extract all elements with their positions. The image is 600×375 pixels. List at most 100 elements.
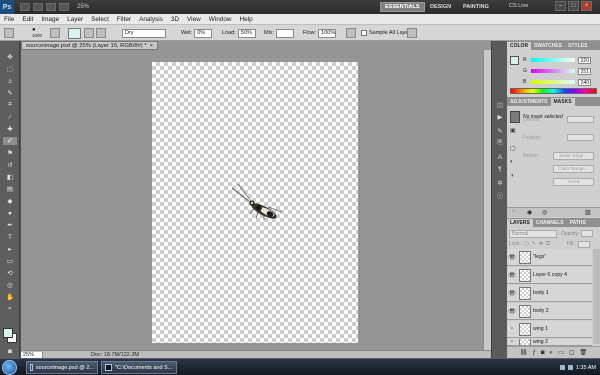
maximize-button[interactable]: □	[568, 1, 579, 11]
feather-field[interactable]	[567, 134, 594, 141]
info-panel-icon[interactable]: ⓘ	[495, 191, 505, 200]
new-group-icon[interactable]: ▭	[558, 349, 564, 356]
brush-picker[interactable]: ● 1000	[32, 27, 42, 39]
layer-style-icon[interactable]: ƒ	[533, 350, 536, 356]
lock-position-icon[interactable]: ✥	[539, 241, 543, 247]
blur-tool-icon[interactable]: ◆	[3, 197, 17, 205]
layer-row[interactable]: ▫ wing 2	[507, 339, 592, 346]
close-button[interactable]: ×	[581, 1, 592, 11]
canvas[interactable]	[152, 62, 358, 343]
layers-scrollbar[interactable]	[593, 249, 600, 344]
density-field[interactable]	[567, 116, 594, 123]
add-mask-icon[interactable]: ◙	[541, 350, 545, 356]
menu-analysis[interactable]: Analysis	[139, 16, 163, 23]
mixer-brush-tool-icon[interactable]: ✐	[3, 137, 17, 145]
sample-all-layers-checkbox[interactable]: Sample All Layers	[361, 28, 413, 38]
visibility-eye-icon[interactable]: 👁	[507, 290, 517, 297]
visibility-eye-icon[interactable]: 👁	[507, 254, 517, 261]
load-input[interactable]: 50%	[237, 28, 256, 38]
menu-filter[interactable]: Filter	[117, 16, 131, 23]
mask-edge-button[interactable]: Mask Edge...	[553, 152, 594, 160]
fill-input[interactable]	[577, 240, 590, 248]
menu-file[interactable]: File	[4, 16, 14, 23]
minimize-button[interactable]: –	[555, 1, 566, 11]
lock-all-icon[interactable]: ⚿	[546, 241, 550, 247]
hand-tool-icon[interactable]: ✋	[3, 293, 17, 301]
eyedropper-tool-icon[interactable]: ⁄	[3, 113, 17, 121]
wet-input[interactable]: 0%	[194, 28, 213, 38]
menu-edit[interactable]: Edit	[22, 16, 33, 23]
color-spectrum-ramp[interactable]	[510, 88, 597, 94]
cs-live-menu[interactable]: CS Live	[509, 3, 528, 9]
menu-layer[interactable]: Layer	[67, 16, 83, 23]
healing-brush-tool-icon[interactable]: ✚	[3, 125, 17, 133]
blend-mode-select[interactable]: Normal	[509, 230, 557, 238]
layer-row[interactable]: 👁 "legs"	[507, 249, 592, 266]
character-panel-icon[interactable]: A	[495, 153, 505, 161]
clone-source-panel-icon[interactable]: ⎘	[495, 139, 505, 147]
volume-icon[interactable]	[567, 365, 573, 370]
load-selection-icon[interactable]: ◌	[512, 209, 516, 215]
crop-tool-icon[interactable]: ⌗	[3, 101, 17, 109]
menu-3d[interactable]: 3D	[171, 16, 179, 23]
menu-select[interactable]: Select	[91, 16, 109, 23]
lasso-tool-icon[interactable]: ↄ	[3, 77, 17, 85]
load-brush-icon[interactable]	[84, 28, 94, 38]
3d-orbit-tool-icon[interactable]: ◎	[3, 281, 17, 289]
tool-preset-picker[interactable]	[4, 28, 14, 38]
green-slider[interactable]	[531, 69, 575, 73]
path-selection-tool-icon[interactable]: ▸	[3, 245, 17, 253]
zoom-field[interactable]: 25%	[21, 351, 43, 358]
doc-size-info[interactable]: Doc: 18.7M/122.3M	[91, 352, 139, 358]
actions-panel-icon[interactable]: ▶	[495, 113, 505, 121]
shape-tool-icon[interactable]: ▭	[3, 257, 17, 265]
menu-window[interactable]: Window	[209, 16, 232, 23]
dodge-tool-icon[interactable]: ●	[3, 209, 17, 217]
workspace-design[interactable]: DESIGN	[426, 2, 455, 12]
apply-mask-icon[interactable]: ◐	[510, 159, 518, 166]
tab-swatches[interactable]: SWATCHES	[531, 42, 565, 50]
link-layers-icon[interactable]: ⛓	[520, 349, 528, 356]
lock-image-icon[interactable]: ✎	[532, 241, 536, 247]
flow-input[interactable]: 100%	[318, 28, 337, 38]
brush-panel-toggle[interactable]	[50, 28, 60, 38]
eraser-tool-icon[interactable]: ◧	[3, 173, 17, 181]
blue-value-input[interactable]: 240	[578, 78, 591, 86]
blend-preset-select[interactable]: Dry	[122, 28, 166, 38]
layer-row[interactable]: 👁 body 2	[507, 303, 592, 320]
taskbar-item-photoshop[interactable]: sourceimage.psd @ 2...	[26, 361, 98, 374]
history-brush-tool-icon[interactable]: ↺	[3, 161, 17, 169]
visibility-empty-box[interactable]: ▫	[507, 339, 517, 345]
workspace-painting[interactable]: PAINTING	[459, 2, 493, 12]
quick-select-tool-icon[interactable]: ✎	[3, 89, 17, 97]
gradient-tool-icon[interactable]: ▤	[3, 185, 17, 193]
type-tool-icon[interactable]: T	[3, 233, 17, 241]
blue-slider[interactable]	[531, 80, 575, 84]
tab-color[interactable]: COLOR	[507, 42, 532, 50]
red-slider[interactable]	[531, 58, 575, 62]
new-layer-icon[interactable]: ▢	[569, 349, 575, 356]
zoom-level-readout[interactable]: 25%	[77, 4, 89, 10]
adjustment-layer-icon[interactable]: ◐	[550, 350, 554, 356]
pixel-mask-icon[interactable]: ▣	[510, 127, 518, 134]
start-button[interactable]	[2, 360, 17, 375]
zoom-icon[interactable]	[59, 3, 69, 11]
mini-bridge-icon[interactable]	[33, 3, 43, 11]
hand-icon[interactable]	[46, 3, 56, 11]
pressure-toggle[interactable]	[407, 28, 417, 38]
color-panel-foreground-swatch[interactable]	[510, 56, 519, 65]
green-value-input[interactable]: 251	[578, 67, 591, 75]
color-picker-swatches[interactable]	[3, 328, 17, 343]
layer-row[interactable]: 👁 Layer 6 copy 4	[507, 267, 592, 284]
tab-styles[interactable]: STYLES	[565, 42, 590, 50]
3d-panel-icon[interactable]: ✲	[495, 179, 505, 187]
clock[interactable]: 1:35 AM	[576, 365, 596, 371]
visibility-eye-icon[interactable]: 👁	[507, 308, 517, 315]
layer-row[interactable]: 👁 body 1	[507, 285, 592, 302]
mix-input[interactable]	[276, 28, 295, 38]
quick-mask-icon[interactable]: ◙	[3, 347, 17, 355]
network-icon[interactable]	[559, 365, 565, 370]
foreground-color-swatch[interactable]	[3, 328, 13, 338]
opacity-input[interactable]	[581, 230, 594, 237]
marquee-tool-icon[interactable]: ⬚	[3, 65, 17, 73]
